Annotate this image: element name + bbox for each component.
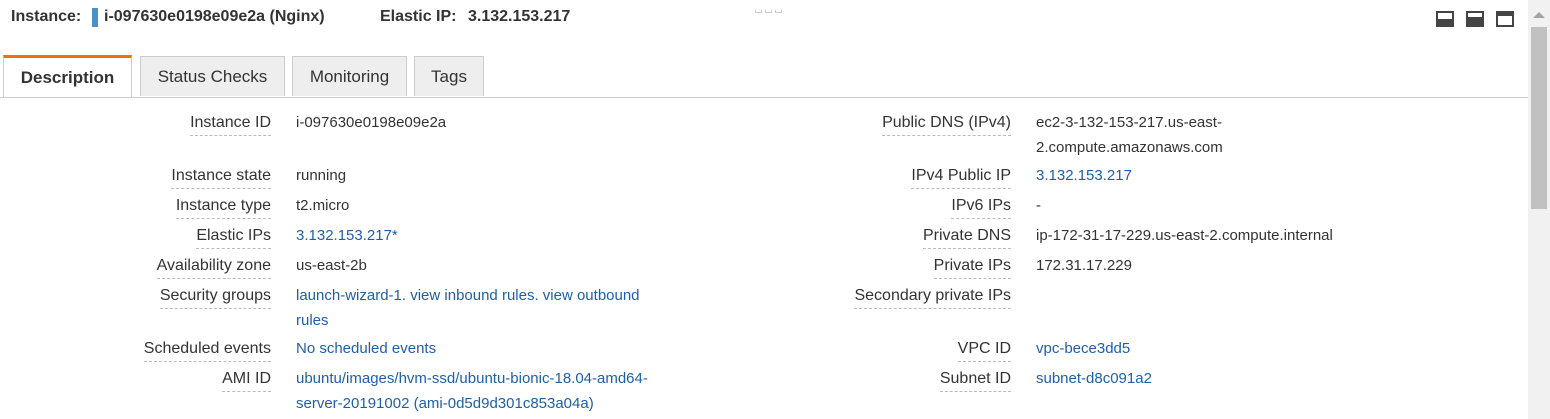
label-public-dns: Public DNS (IPv4) [882, 114, 1011, 136]
scrollbar-thumb[interactable] [1531, 27, 1547, 209]
vpc-id-link[interactable]: vpc-bece3dd5 [1036, 336, 1130, 361]
label-availability-zone: Availability zone [156, 257, 271, 279]
tab-tags[interactable]: Tags [414, 56, 484, 96]
tab-description[interactable]: Description [3, 55, 132, 97]
tab-monitoring[interactable]: Monitoring [292, 56, 407, 96]
value-instance-id: i-097630e0198e09e2a [296, 114, 447, 131]
resize-grip-icon[interactable] [755, 0, 789, 13]
value-private-ips: 172.31.17.229 [1036, 257, 1132, 274]
label-secondary-private-ips: Secondary private IPs [854, 287, 1011, 309]
instance-state-indicator [92, 8, 98, 27]
elastic-ip-value: 3.132.153.217 [468, 8, 571, 25]
label-instance-state: Instance state [171, 167, 271, 189]
value-instance-type: t2.micro [296, 197, 350, 214]
label-ipv4-public-ip: IPv4 Public IP [911, 167, 1011, 189]
label-subnet-id: Subnet ID [939, 370, 1011, 392]
scheduled-events-link[interactable]: No scheduled events [296, 336, 436, 361]
tab-label: Tags [431, 66, 467, 86]
tab-label: Status Checks [157, 66, 268, 86]
vertical-scrollbar[interactable] [1528, 0, 1550, 419]
subnet-id-link[interactable]: subnet-d8c091a2 [1036, 366, 1152, 391]
security-groups-link-cont[interactable]: rules [296, 308, 329, 333]
instance-label: Instance: [11, 8, 82, 25]
ami-id-link-cont[interactable]: server-20191002 (ami-0d5d9d301c853a04a) [296, 391, 594, 416]
tab-status-checks[interactable]: Status Checks [140, 56, 285, 96]
value-private-dns: ip-172-31-17-229.us-east-2.compute.inter… [1036, 227, 1333, 244]
instance-header: Instance: i-097630e0198e09e2a (Nginx) El… [0, 0, 1528, 38]
value-public-dns: ec2-3-132-153-217.us-east- [1036, 114, 1222, 131]
ipv4-public-ip-link[interactable]: 3.132.153.217 [1036, 163, 1132, 188]
ami-id-link[interactable]: ubuntu/images/hvm-ssd/ubuntu-bionic-18.0… [296, 366, 648, 391]
instance-name: i-097630e0198e09e2a (Nginx) [104, 8, 325, 25]
scroll-up-arrow-icon[interactable] [1533, 12, 1545, 18]
elastic-ip-label: Elastic IP: [380, 8, 457, 25]
label-ami-id: AMI ID [222, 370, 271, 392]
tab-label: Monitoring [309, 66, 390, 86]
elastic-ips-link[interactable]: 3.132.153.217* [296, 223, 398, 248]
value-availability-zone: us-east-2b [296, 257, 367, 274]
label-ipv6-ips: IPv6 IPs [951, 197, 1011, 219]
label-security-groups: Security groups [159, 287, 271, 309]
label-vpc-id: VPC ID [957, 340, 1011, 362]
tab-label: Description [20, 67, 115, 87]
pane-half-icon[interactable] [1466, 11, 1484, 27]
value-instance-state: running [296, 167, 347, 184]
detail-tabs: Description Status Checks Monitoring Tag… [0, 55, 1528, 98]
label-scheduled-events: Scheduled events [143, 340, 271, 362]
value-public-dns-cont: 2.compute.amazonaws.com [1036, 139, 1223, 156]
security-groups-link[interactable]: launch-wizard-1. view inbound rules. vie… [296, 283, 640, 308]
label-elastic-ips: Elastic IPs [196, 227, 271, 249]
label-instance-type: Instance type [175, 197, 271, 219]
value-ipv6-ips: - [1036, 197, 1041, 214]
pane-bottom-icon[interactable] [1436, 11, 1454, 27]
label-instance-id: Instance ID [190, 114, 271, 136]
pane-full-icon[interactable] [1496, 11, 1514, 27]
label-private-dns: Private DNS [922, 227, 1011, 249]
label-private-ips: Private IPs [933, 257, 1011, 279]
